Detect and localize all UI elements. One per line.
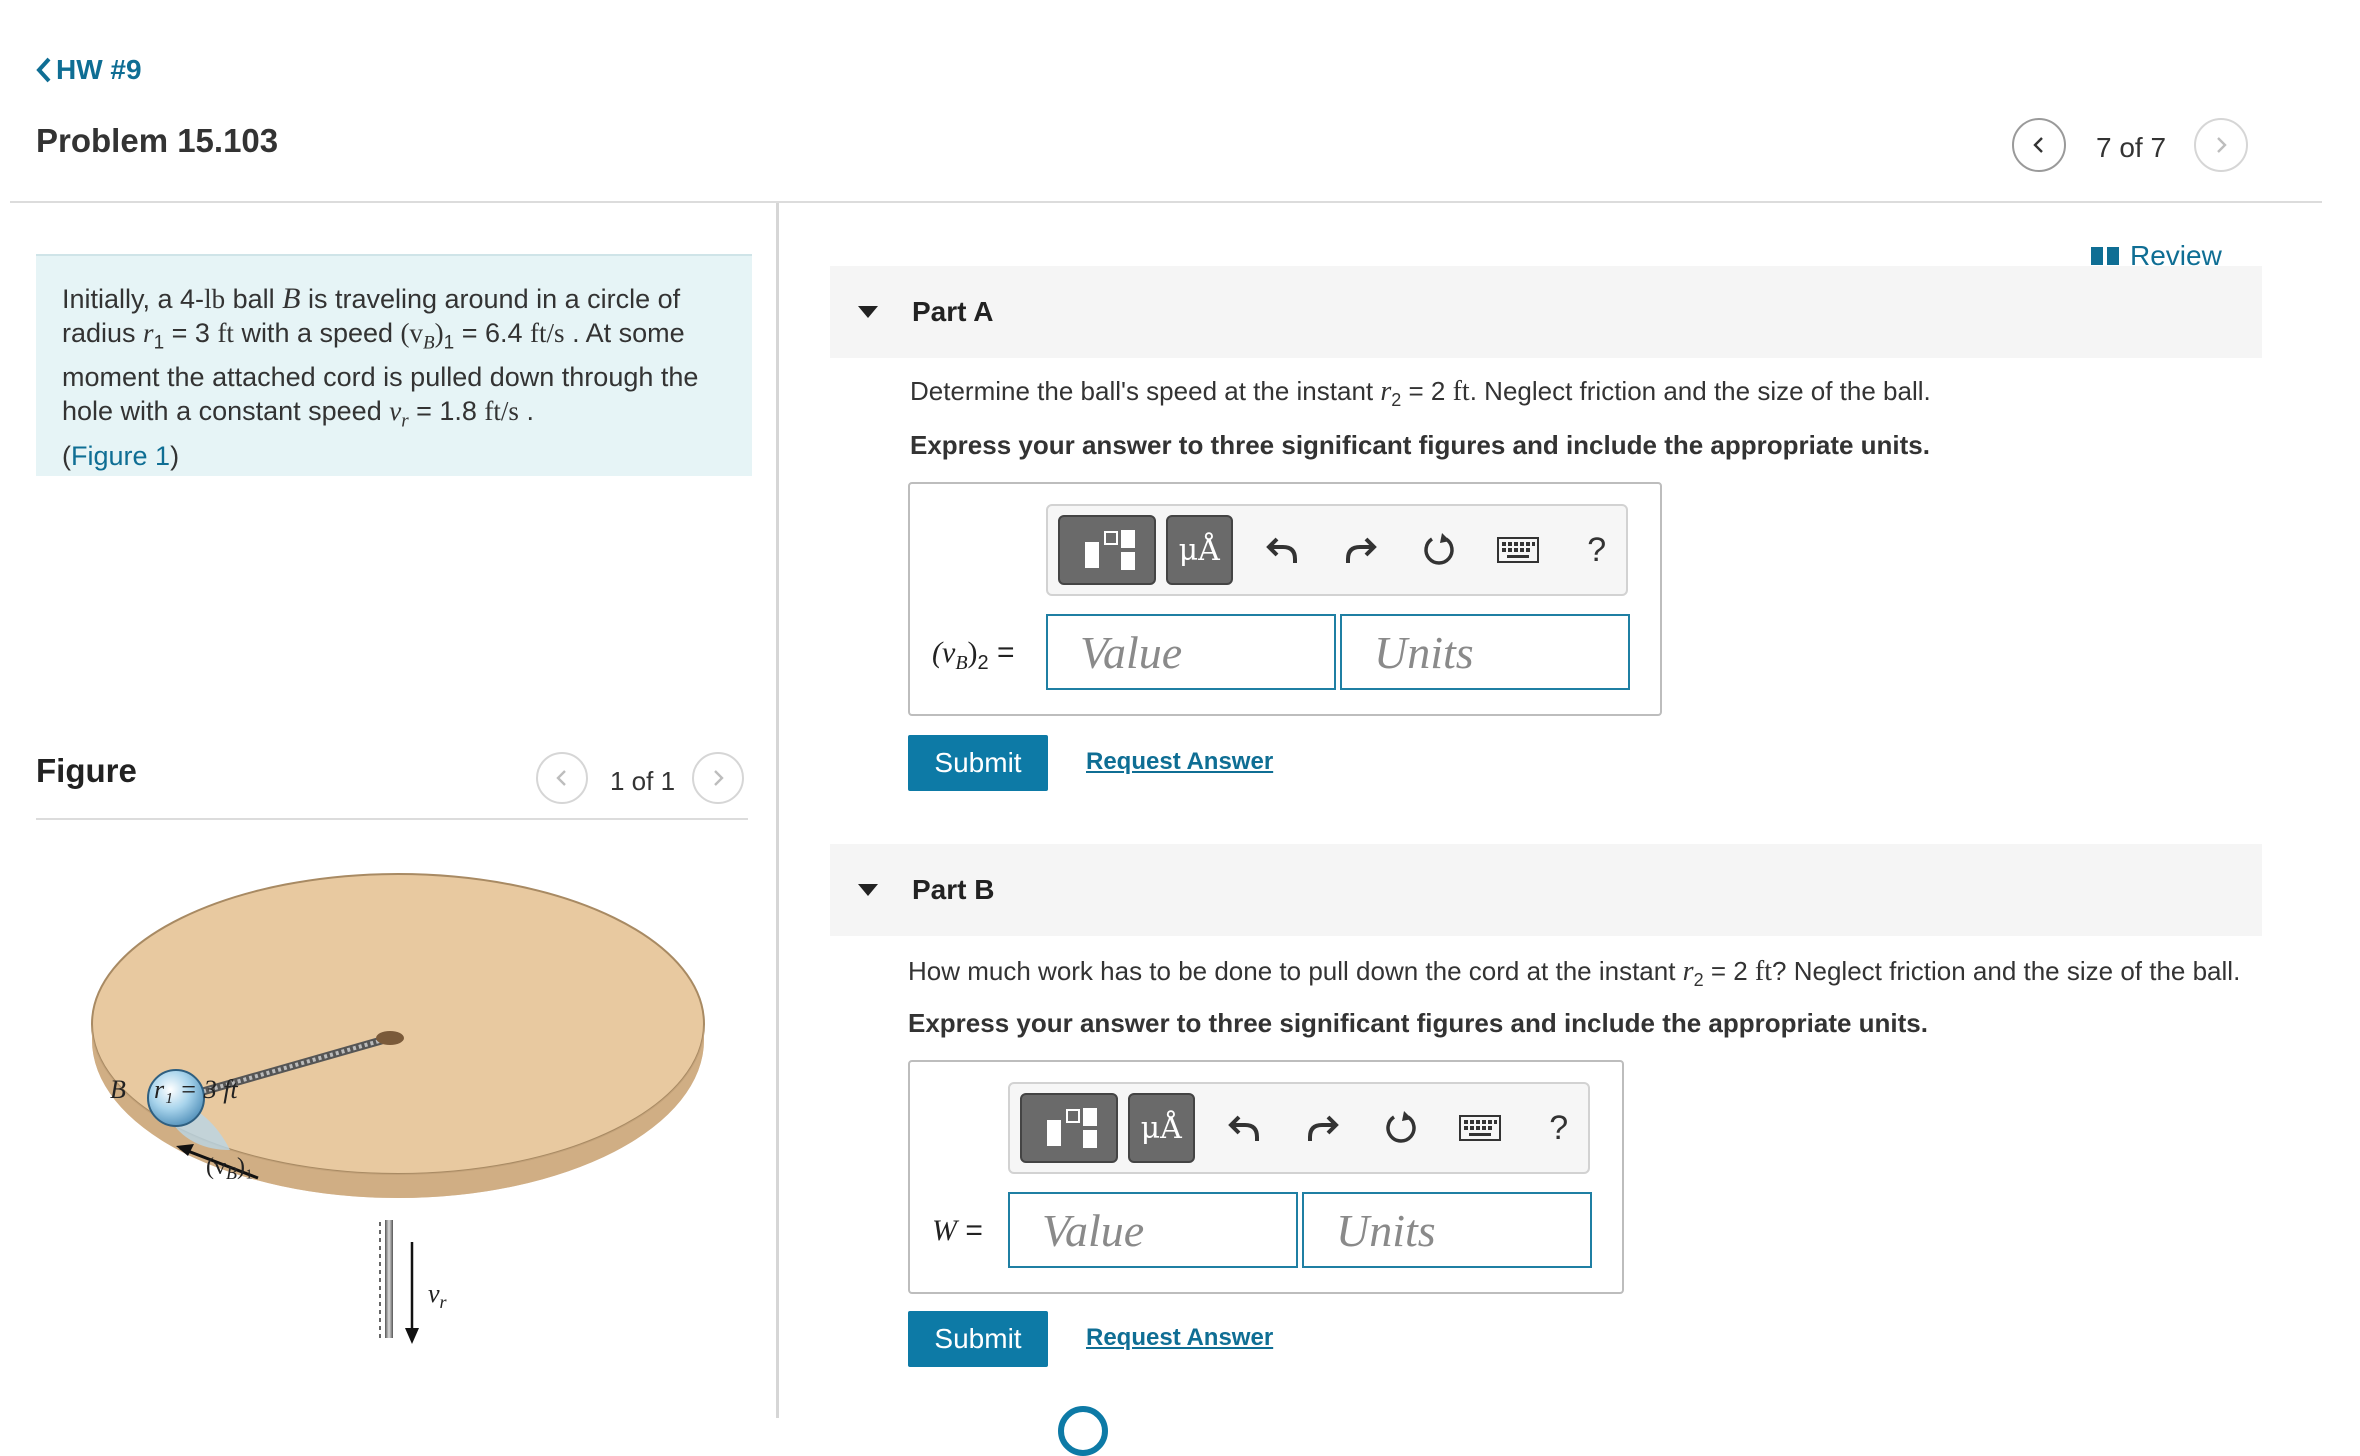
figure-next-button[interactable] bbox=[692, 752, 744, 804]
chevron-left-icon bbox=[556, 770, 566, 786]
part-a-submit-button[interactable]: Submit bbox=[908, 735, 1048, 791]
part-b-instructions: Express your answer to three significant… bbox=[908, 1008, 1928, 1038]
part-a-request-answer-link[interactable]: Request Answer bbox=[1086, 748, 1273, 776]
reset-icon[interactable] bbox=[1410, 520, 1469, 580]
table-hole bbox=[376, 1031, 404, 1045]
part-b-field-label: W = bbox=[932, 1214, 983, 1247]
undo-icon[interactable] bbox=[1215, 1098, 1274, 1158]
statement-line-2: radius r1 = 3 ft with a speed (vB)1 = 6.… bbox=[62, 318, 685, 354]
part-a-value-input[interactable]: Value bbox=[1046, 614, 1336, 690]
statement-line-4: hole with a constant speed vr = 1.8 ft/s… bbox=[62, 396, 534, 432]
part-a-field-label: (vB)2 = bbox=[932, 636, 1015, 674]
units-icon[interactable]: μÅ bbox=[1165, 515, 1233, 585]
feedback-icon[interactable] bbox=[1058, 1406, 1108, 1456]
figure-counter: 1 of 1 bbox=[610, 766, 676, 796]
part-b-request-answer-link[interactable]: Request Answer bbox=[1086, 1324, 1273, 1352]
part-a-header[interactable]: Part A bbox=[830, 266, 2262, 358]
templates-icon[interactable] bbox=[1020, 1093, 1118, 1163]
part-a-answer-box: μÅ ? (vB)2 = Value Units bbox=[908, 482, 1662, 716]
help-icon[interactable]: ? bbox=[1529, 1098, 1588, 1158]
redo-icon[interactable] bbox=[1293, 1098, 1352, 1158]
pane-divider[interactable] bbox=[776, 203, 779, 1418]
part-b-value-input[interactable]: Value bbox=[1008, 1192, 1298, 1268]
collapse-triangle-icon bbox=[858, 884, 878, 896]
templates-icon[interactable] bbox=[1058, 515, 1156, 585]
page-title: Problem 15.103 bbox=[36, 122, 279, 159]
chevron-right-icon bbox=[2217, 137, 2227, 153]
reset-icon[interactable] bbox=[1372, 1098, 1431, 1158]
part-b-toolbar: μÅ ? bbox=[1008, 1082, 1590, 1174]
problem-statement: Initially, a 4-lb ball B is traveling ar… bbox=[36, 254, 752, 476]
problem-counter: 7 of 7 bbox=[2096, 132, 2167, 163]
label-r1: r₁ = 3 ft bbox=[154, 1075, 238, 1104]
cord-below bbox=[385, 1220, 393, 1338]
figure-previous-button[interactable] bbox=[536, 752, 588, 804]
part-b-label: Part B bbox=[912, 874, 995, 905]
units-icon[interactable]: μÅ bbox=[1127, 1093, 1195, 1163]
help-icon[interactable]: ? bbox=[1567, 520, 1626, 580]
book-icon bbox=[2091, 247, 2119, 265]
part-a-question: Determine the ball's speed at the instan… bbox=[910, 376, 1931, 411]
part-b-header[interactable]: Part B bbox=[830, 844, 2262, 936]
part-a-toolbar: μÅ ? bbox=[1046, 504, 1628, 596]
part-a-units-input[interactable]: Units bbox=[1340, 614, 1630, 690]
undo-icon[interactable] bbox=[1253, 520, 1312, 580]
statement-line-5: (Figure 1) bbox=[62, 440, 180, 471]
figure-link[interactable]: Figure 1 bbox=[71, 441, 170, 471]
part-a-label: Part A bbox=[912, 296, 994, 327]
part-b-question: How much work has to be done to pull dow… bbox=[908, 956, 2241, 991]
next-problem-button[interactable] bbox=[2194, 118, 2248, 172]
figure-image: B r₁ = 3 ft (vB)₁ vr bbox=[91, 873, 705, 1344]
statement-line-3: moment the attached cord is pulled down … bbox=[62, 362, 699, 393]
part-b-submit-button[interactable]: Submit bbox=[908, 1311, 1048, 1367]
figure-divider bbox=[36, 818, 748, 820]
label-b: B bbox=[110, 1075, 126, 1104]
chevron-right-icon bbox=[714, 770, 724, 786]
back-link[interactable]: HW #9 bbox=[36, 54, 142, 86]
part-b-answer-box: μÅ ? W = Value Units bbox=[908, 1060, 1624, 1294]
header-divider bbox=[10, 201, 2322, 203]
collapse-triangle-icon bbox=[858, 306, 878, 318]
back-link-label: HW #9 bbox=[56, 54, 142, 85]
part-b-units-input[interactable]: Units bbox=[1302, 1192, 1592, 1268]
previous-problem-button[interactable] bbox=[2012, 118, 2066, 172]
chevron-left-icon bbox=[36, 57, 51, 83]
part-a-instructions: Express your answer to three significant… bbox=[910, 430, 1930, 460]
figure-heading: Figure bbox=[36, 752, 137, 789]
keyboard-icon[interactable] bbox=[1451, 1098, 1510, 1158]
label-vr: vr bbox=[428, 1279, 448, 1312]
redo-icon[interactable] bbox=[1331, 520, 1390, 580]
chevron-left-icon bbox=[2033, 137, 2043, 153]
keyboard-icon[interactable] bbox=[1489, 520, 1548, 580]
statement-line-1: Initially, a 4-lb ball B is traveling ar… bbox=[62, 282, 681, 315]
